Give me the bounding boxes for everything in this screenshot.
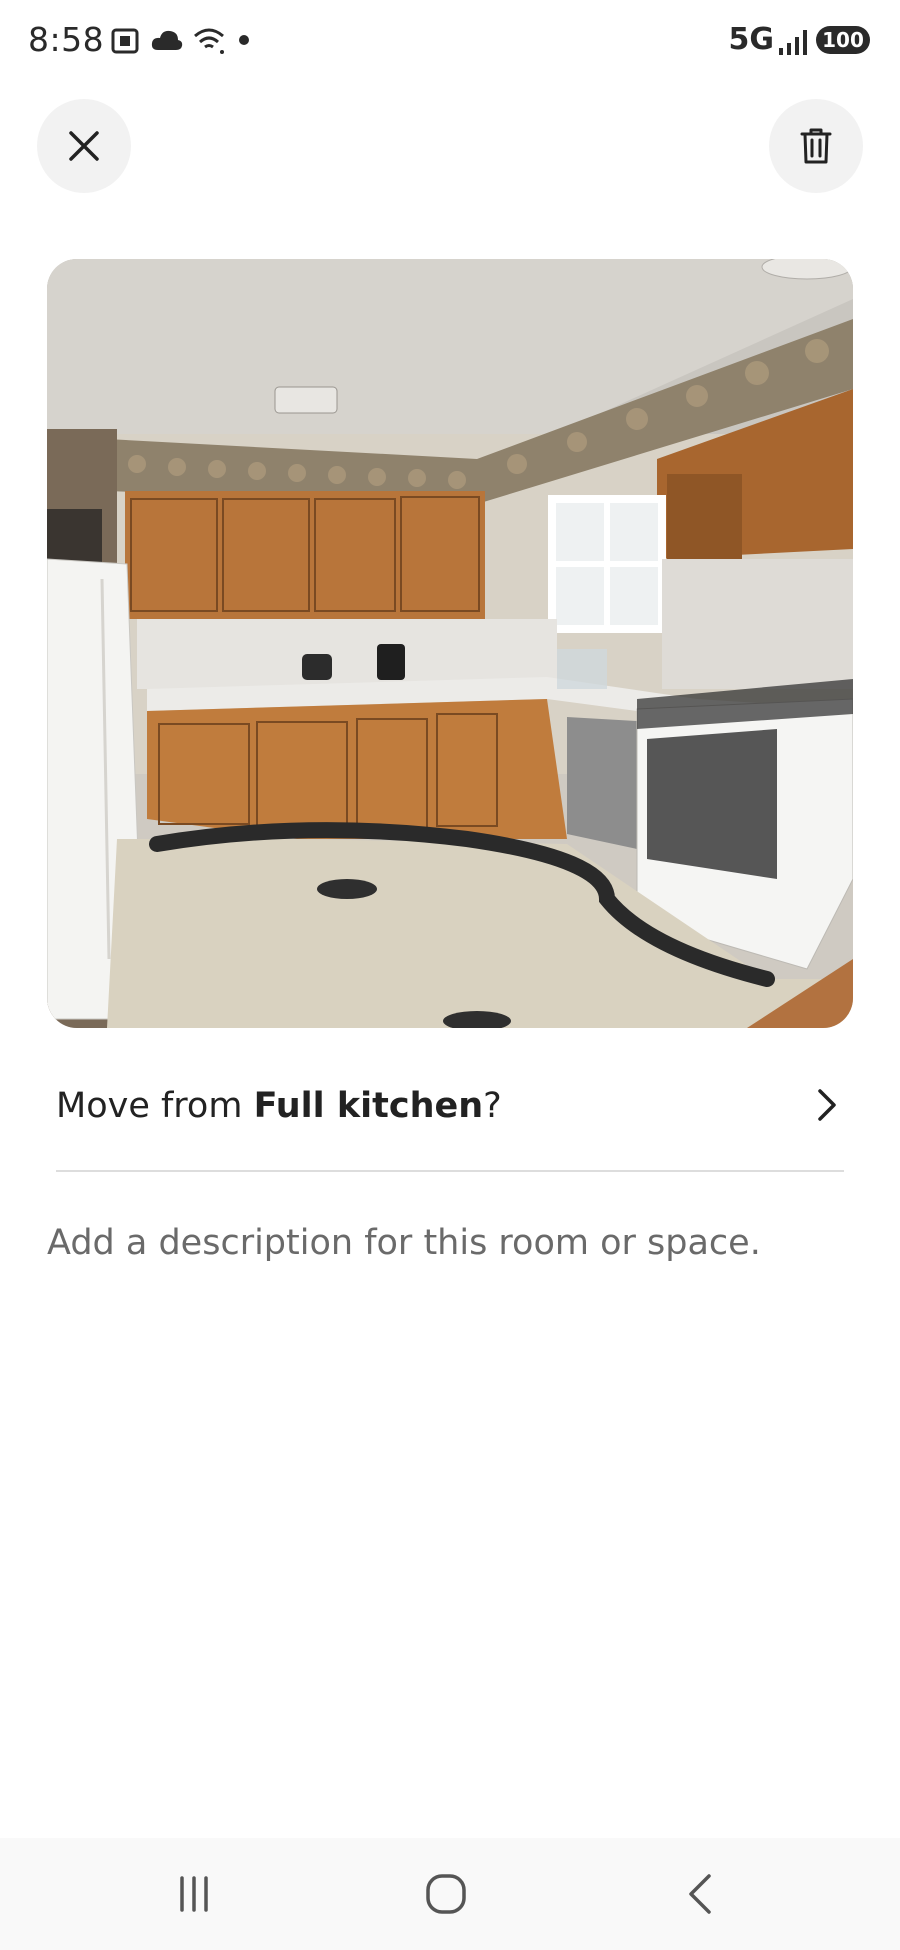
back-icon [689, 1874, 711, 1914]
home-button[interactable] [386, 1838, 506, 1950]
close-button[interactable] [37, 99, 131, 193]
network-label: 5G [728, 22, 775, 57]
recent-apps-button[interactable] [134, 1838, 254, 1950]
trash-icon [800, 128, 832, 164]
move-suffix: ? [483, 1086, 502, 1126]
move-room-row[interactable]: Move from Full kitchen? [56, 1072, 844, 1142]
signal-icon [779, 30, 807, 55]
status-time: 8:58 [28, 20, 105, 59]
move-room-label: Move from Full kitchen? [56, 1086, 502, 1126]
battery-icon: 100 [816, 26, 870, 54]
wifi-icon [194, 28, 224, 54]
delete-button[interactable] [769, 99, 863, 193]
home-icon [426, 1874, 466, 1914]
cloud-icon [151, 30, 183, 50]
screenshot-icon [111, 28, 139, 54]
dot-icon [239, 35, 249, 45]
kitchen-photo[interactable] [47, 259, 853, 1028]
current-room-name: Full kitchen [253, 1086, 484, 1126]
close-icon [69, 131, 99, 161]
move-prefix: Move from [56, 1086, 254, 1126]
description-input[interactable]: Add a description for this room or space… [47, 1223, 761, 1263]
status-bar: 8:58 5G 100 [0, 0, 900, 84]
kitchen-photo-illustration [47, 259, 853, 1028]
chevron-right-icon [818, 1089, 836, 1121]
system-nav-bar [0, 1838, 900, 1950]
back-button[interactable] [640, 1838, 760, 1950]
recent-apps-icon [180, 1876, 208, 1912]
divider [56, 1170, 844, 1172]
photo-editor-screen: 8:58 5G 100 Move from Full kitchen? Add … [0, 0, 900, 1950]
